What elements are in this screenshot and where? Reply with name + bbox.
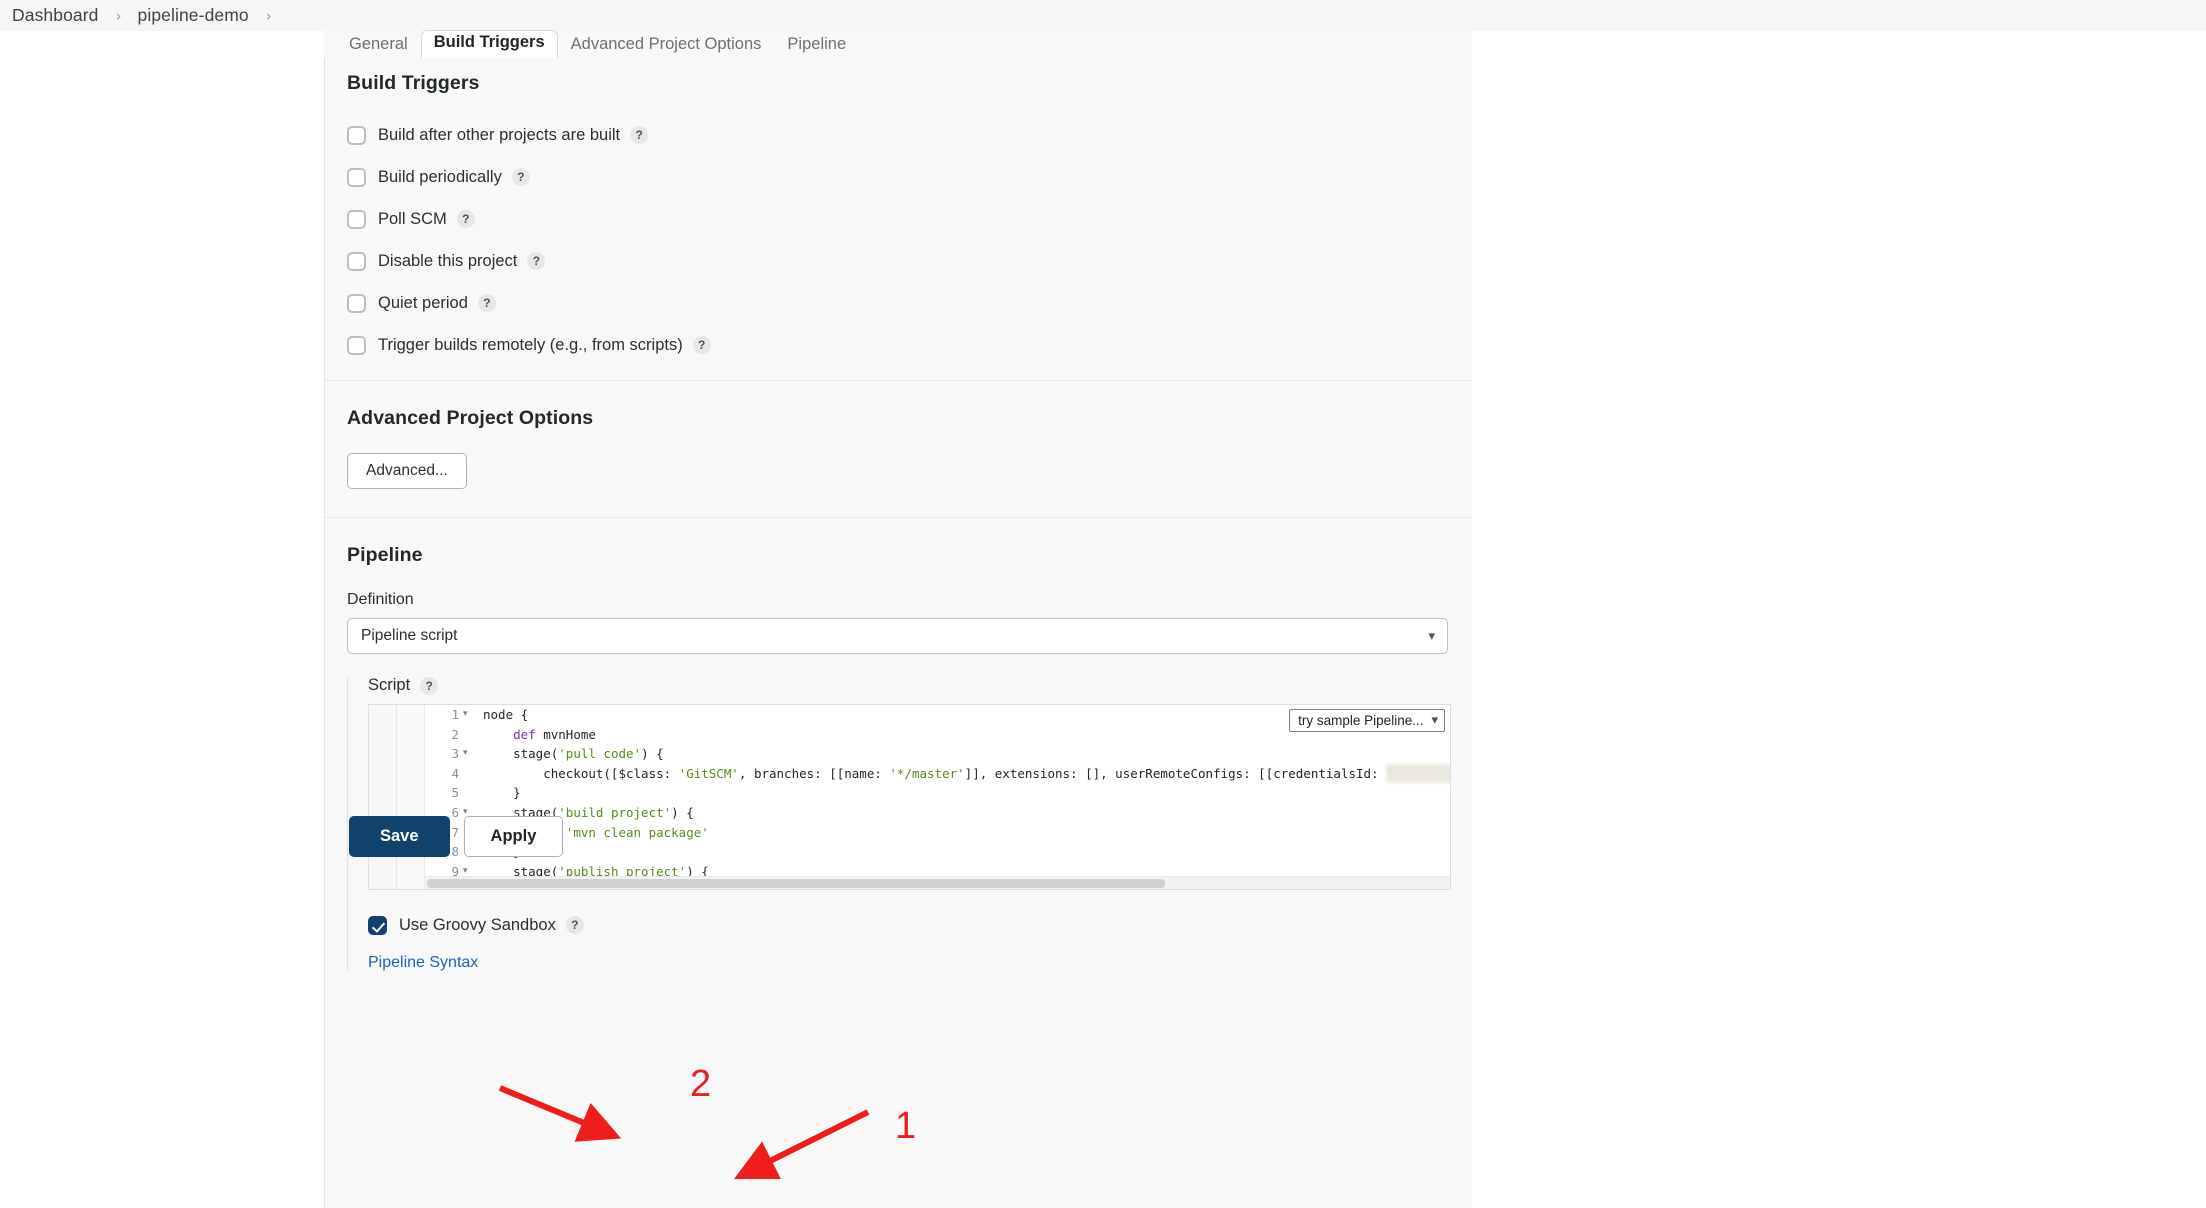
breadcrumb-item-pipeline-demo[interactable]: pipeline-demo	[135, 5, 252, 26]
help-icon[interactable]: ?	[456, 210, 475, 228]
editor-gutter-pad	[397, 705, 425, 889]
script-code-area[interactable]: 1 ▾ node {2 def mvnHome 3 ▾ stage('pull code…	[425, 705, 1450, 889]
annotation-number-1: 1	[895, 1105, 917, 1147]
config-tab-bar: General Build Triggers Advanced Project …	[324, 30, 1472, 59]
advanced-project-options-heading: Advanced Project Options	[347, 407, 594, 429]
code-token: ]], extensions: [], userRemoteConfigs: […	[964, 765, 1387, 781]
line-number: 2	[451, 726, 459, 742]
checkbox-build-after-other-projects[interactable]	[347, 125, 366, 145]
help-icon[interactable]: ?	[477, 294, 496, 312]
trigger-label: Trigger builds remotely (e.g., from scri…	[378, 335, 683, 354]
right-gutter	[1472, 31, 2206, 1208]
code-token: node {	[483, 707, 529, 722]
code-line: 8 }	[425, 842, 1450, 862]
definition-select[interactable]: Pipeline script ▾	[347, 618, 1448, 654]
redacted-credential: ' '	[1386, 763, 1450, 784]
line-number: 1	[451, 707, 459, 722]
checkbox-use-groovy-sandbox[interactable]	[368, 915, 387, 935]
pipeline-heading: Pipeline	[347, 544, 423, 566]
code-token: ) {	[671, 804, 694, 820]
editor-horizontal-scrollbar[interactable]	[425, 876, 1450, 889]
pipeline-syntax-link[interactable]: Pipeline Syntax	[368, 954, 478, 971]
trigger-label: Build after other projects are built	[378, 125, 621, 144]
help-icon[interactable]: ?	[527, 252, 546, 270]
trigger-row-quiet-period[interactable]: Quiet period ?	[347, 290, 1448, 316]
breadcrumb-separator-icon: ›	[115, 6, 122, 25]
sandbox-row[interactable]: Use Groovy Sandbox ?	[368, 912, 1472, 938]
breadcrumb: Dashboard › pipeline-demo ›	[0, 0, 2206, 31]
code-line: 6 ▾ stage('build project') {	[425, 803, 1450, 823]
try-sample-pipeline-label: try sample Pipeline...	[1298, 713, 1424, 728]
left-gutter	[0, 31, 324, 1208]
tab-pipeline[interactable]: Pipeline	[774, 32, 859, 59]
build-triggers-options: Build after other projects are built ? B…	[325, 95, 1472, 358]
trigger-row-disable-this-project[interactable]: Disable this project ?	[347, 248, 1448, 274]
code-line: 3 ▾ stage('pull code') {	[425, 744, 1450, 764]
try-sample-pipeline-select[interactable]: try sample Pipeline... ▾	[1289, 709, 1445, 732]
code-token: def	[513, 726, 536, 742]
code-line: 4 checkout([$class: 'GitSCM', branches: …	[425, 763, 1450, 784]
code-line: 5 }	[425, 783, 1450, 803]
apply-button[interactable]: Apply	[463, 816, 564, 857]
help-icon[interactable]: ?	[692, 336, 711, 354]
fold-toggle-icon[interactable]: ▾	[463, 705, 473, 725]
line-number: 3	[451, 746, 459, 762]
code-token: 'pull code'	[558, 746, 642, 762]
code-line: 7 sh 'mvn clean package'	[425, 823, 1450, 843]
editor-gutter-grip	[369, 705, 397, 889]
fold-toggle-icon[interactable]: ▾	[463, 744, 473, 764]
code-token: 'build project'	[558, 804, 672, 820]
checkbox-build-periodically[interactable]	[347, 167, 366, 187]
checkbox-disable-this-project[interactable]	[347, 251, 366, 271]
help-icon[interactable]: ?	[565, 916, 584, 934]
code-token: , branches: [[name:	[738, 765, 890, 781]
tab-advanced-project-options[interactable]: Advanced Project Options	[558, 32, 775, 59]
help-icon[interactable]: ?	[420, 676, 439, 695]
trigger-row-build-periodically[interactable]: Build periodically ?	[347, 164, 1448, 190]
line-number: 4	[451, 765, 459, 781]
breadcrumb-item-dashboard[interactable]: Dashboard	[9, 5, 102, 26]
sandbox-label: Use Groovy Sandbox	[399, 915, 556, 934]
annotation-number-2: 2	[690, 1063, 712, 1105]
save-button[interactable]: Save	[349, 816, 450, 857]
code-token: stage(	[483, 746, 559, 762]
code-token: mvnHome	[535, 726, 596, 742]
code-token: ) {	[641, 746, 664, 762]
chevron-down-icon: ▾	[1431, 713, 1438, 728]
trigger-label: Quiet period	[378, 293, 468, 312]
build-triggers-heading: Build Triggers	[347, 72, 480, 94]
line-number: 5	[451, 785, 459, 801]
trigger-row-poll-scm[interactable]: Poll SCM ?	[347, 206, 1448, 232]
jenkins-configure-page: Dashboard › pipeline-demo › General Buil…	[0, 0, 2206, 1208]
breadcrumb-separator-icon: ›	[265, 6, 272, 25]
definition-selected-value: Pipeline script	[361, 627, 458, 644]
code-token: 'mvn clean package'	[565, 824, 709, 840]
config-form-content: Build Triggers Build after other project…	[324, 58, 1472, 1208]
code-token: 'GitSCM'	[678, 765, 739, 781]
script-label: Script	[368, 676, 411, 694]
groovy-script-editor[interactable]: 1 ▾ node {2 def mvnHome 3 ▾ stage('pull code…	[368, 704, 1451, 890]
trigger-row-build-after-other-projects[interactable]: Build after other projects are built ?	[347, 122, 1448, 148]
checkbox-trigger-builds-remotely[interactable]	[347, 335, 366, 355]
form-actions: Save Apply	[349, 816, 564, 857]
tab-general[interactable]: General	[336, 32, 421, 59]
trigger-label: Poll SCM	[378, 209, 447, 228]
checkbox-quiet-period[interactable]	[347, 293, 366, 313]
trigger-row-trigger-builds-remotely[interactable]: Trigger builds remotely (e.g., from scri…	[347, 332, 1448, 358]
advanced-button[interactable]: Advanced...	[347, 453, 467, 489]
chevron-down-icon: ▾	[1428, 628, 1435, 644]
trigger-label: Disable this project	[378, 251, 518, 270]
tab-build-triggers[interactable]: Build Triggers	[420, 30, 558, 59]
trigger-label: Build periodically	[378, 167, 502, 186]
code-token: checkout([$class:	[483, 765, 679, 781]
definition-label: Definition	[347, 591, 414, 608]
checkbox-poll-scm[interactable]	[347, 209, 366, 229]
help-icon[interactable]: ?	[630, 126, 649, 144]
code-token: '*/master'	[889, 765, 965, 781]
help-icon[interactable]: ?	[511, 168, 530, 186]
code-token: }	[483, 785, 521, 801]
